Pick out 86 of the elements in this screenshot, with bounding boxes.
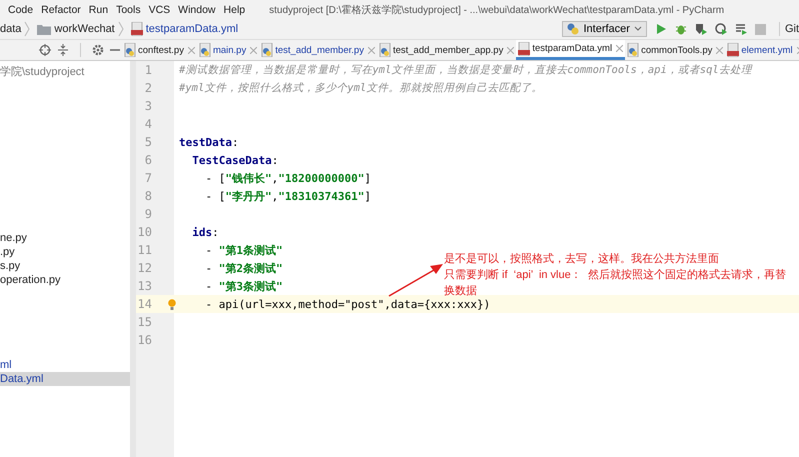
menu-item[interactable]: VCS [148, 4, 170, 16]
python-icon [567, 23, 580, 35]
line-number: 16 [136, 333, 152, 347]
bug-icon[interactable] [674, 23, 687, 35]
menu-item[interactable]: Tools [116, 4, 141, 16]
yml-file-icon [130, 22, 143, 36]
menu-item[interactable]: Refactor [41, 4, 81, 16]
lightbulb-icon[interactable] [168, 298, 176, 310]
line-number: 7 [144, 171, 152, 185]
project-file-item[interactable]: .py [0, 245, 130, 259]
code-line: - ["李丹丹","18310374361"] [204, 188, 371, 204]
yml-file-icon [727, 43, 740, 57]
python-file-icon [261, 43, 274, 57]
menu-item[interactable]: Code [8, 4, 34, 16]
line-number: 8 [144, 189, 152, 203]
python-file-icon [378, 43, 391, 57]
coverage-icon[interactable] [694, 23, 707, 35]
project-file-item[interactable]: ml [0, 358, 130, 372]
breadcrumb-item[interactable]: data [0, 23, 22, 35]
python-file-icon [198, 43, 211, 57]
menu-item[interactable]: Run [88, 4, 108, 16]
line-number: 5 [144, 135, 152, 149]
line-number: 11 [136, 243, 152, 257]
line-number: 6 [144, 153, 152, 167]
menu-item[interactable]: Help [224, 4, 246, 16]
close-icon[interactable] [616, 45, 624, 52]
collapse-icon[interactable] [57, 44, 69, 56]
editor-tab[interactable]: test_add_member_app.py [376, 40, 516, 60]
annotation-text: 是不是可以，按照格式，去写，这样。我在公共方法里面 [444, 252, 719, 267]
editor-tab[interactable]: testparamData.yml [516, 40, 626, 60]
breadcrumb-item[interactable]: testparamData.yml [146, 23, 238, 35]
breadcrumb-item[interactable]: workWechat [54, 23, 115, 35]
folder-icon [37, 24, 52, 34]
code-line: - api(url=xxx,method="post",data={xxx:xxx}) [204, 298, 490, 310]
git-label[interactable]: Git [784, 23, 799, 35]
line-number: 4 [144, 117, 152, 131]
code-line: TestCaseData: [191, 154, 278, 166]
line-number: 13 [136, 279, 152, 293]
stop-icon[interactable] [754, 24, 766, 34]
python-file-icon [627, 43, 640, 57]
code-line: - "第1条测试" [204, 242, 283, 258]
project-file-item[interactable]: Data.yml [0, 372, 130, 386]
code-line: - "第3条测试" [204, 278, 283, 294]
profile-icon[interactable] [714, 23, 727, 35]
project-file-item[interactable]: s.py [0, 259, 130, 273]
locate-icon[interactable] [39, 44, 51, 56]
line-number: 3 [144, 99, 152, 113]
line-number: 14 [136, 297, 152, 311]
python-file-icon [124, 43, 136, 57]
code-line: testData: [179, 136, 239, 148]
concurrency-icon[interactable] [734, 23, 747, 35]
close-icon[interactable] [507, 46, 514, 54]
project-path: 学院\studyproject [0, 65, 86, 78]
annotation-arrow [388, 263, 444, 297]
caret-icon [634, 26, 642, 32]
run-icon[interactable] [654, 23, 667, 35]
annotation-text: 只需要判断 if ‘api’ in vlue： 然后就按照这个固定的格式去请求，再替换数据 [444, 268, 787, 299]
code-line: - "第2条测试" [204, 260, 283, 276]
window-title: studyproject [D:\霍格沃兹学院\studyproject] - ...\webui\data\workWechat\testparamData.yml - PyCharm [269, 4, 724, 16]
line-number: 1 [144, 63, 152, 77]
editor-tab[interactable]: test_add_member.py [259, 40, 377, 60]
close-icon[interactable] [250, 46, 258, 54]
line-number: 10 [136, 225, 152, 239]
close-icon[interactable] [188, 46, 195, 54]
chevron-icon [24, 21, 30, 37]
editor-tab[interactable]: commonTools.py [625, 40, 726, 60]
close-icon[interactable] [368, 46, 375, 54]
run-config-dropdown[interactable]: Interfacer [562, 21, 647, 37]
project-file-item[interactable]: operation.py [0, 273, 130, 287]
editor-tab[interactable]: element.yml [725, 40, 799, 60]
line-number: 2 [144, 81, 152, 95]
line-number: 12 [136, 261, 152, 275]
yml-file-icon [518, 42, 530, 56]
code-line: ids: [191, 226, 219, 238]
chevron-icon [118, 21, 124, 37]
menu-item[interactable]: Window [178, 4, 216, 16]
line-number: 15 [136, 315, 152, 329]
code-line: #测试数据管理，当数据是常量时，写在yml文件里面，当数据是变量时，直接去commonTools，api，或者sql去处理 [179, 63, 752, 77]
project-file-item[interactable]: ne.py [0, 231, 130, 245]
line-number: 9 [144, 207, 152, 221]
code-line: - ["钱伟长","18200000000"] [204, 170, 371, 186]
code-line: #yml文件，按照什么格式，多少个yml文件。那就按照用例自己去匹配了。 [179, 81, 542, 95]
editor-tab[interactable]: conftest.py [122, 40, 197, 60]
settings-icon[interactable] [92, 44, 104, 56]
close-icon[interactable] [716, 46, 724, 54]
editor-tab[interactable]: main.py [196, 40, 260, 60]
